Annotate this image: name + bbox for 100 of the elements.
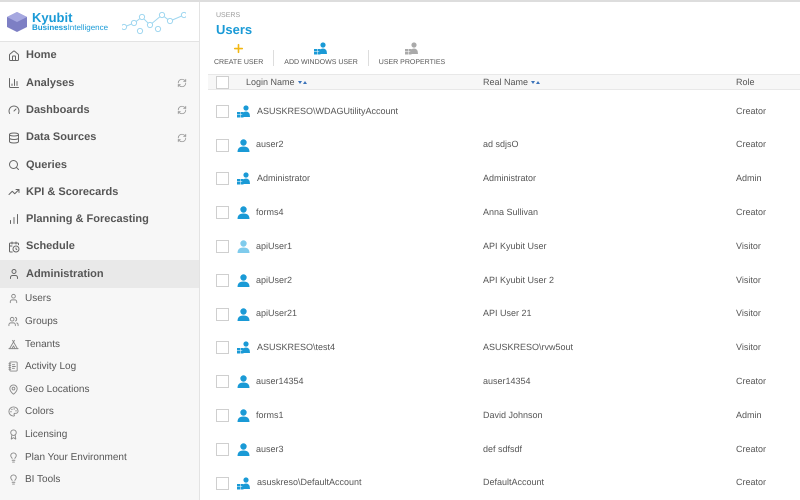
real-name-cell-text: Administrator (483, 172, 536, 186)
real-name-cell-text: API User 21 (483, 307, 532, 320)
submenu-item[interactable]: Activity Log (0, 355, 199, 378)
nav-label: Administration (26, 266, 104, 282)
award-icon (8, 429, 19, 440)
database-icon (8, 132, 20, 144)
role-cell-text: Visitor (736, 341, 761, 354)
real-name-cell-text: ASUSKRESO\rvw5out (483, 341, 574, 354)
submenu-item[interactable]: Plan Your Environment (0, 446, 199, 468)
submenu-item[interactable]: Geo Locations (0, 378, 199, 401)
checkbox[interactable] (216, 240, 229, 254)
nav-label: Queries (26, 158, 67, 173)
user-icon (237, 409, 250, 422)
role-cell-text: Admin (736, 172, 762, 186)
login-name-cell-text: ASUSKRESO\test4 (257, 341, 336, 354)
search-icon (8, 158, 20, 171)
real-name-cell-text: DefaultAccount (483, 476, 544, 490)
submenu-item[interactable]: BI Tools (0, 468, 199, 492)
checkbox[interactable] (216, 476, 229, 490)
home-icon (8, 50, 20, 62)
users-icon (8, 316, 19, 328)
nav-item[interactable]: Schedule (0, 233, 199, 260)
refresh-icon[interactable] (177, 105, 187, 116)
column-header[interactable]: Real Name (483, 76, 528, 90)
role-cell-text: Creator (736, 374, 766, 388)
cube-logo-icon (6, 10, 28, 32)
sort-icon[interactable] (298, 80, 307, 84)
user-icon (237, 138, 250, 152)
nav-item[interactable]: Analyses (0, 69, 199, 97)
nav-item[interactable]: KPI & Scorecards (0, 178, 199, 206)
submenu-item[interactable]: Colors (0, 400, 199, 424)
page-title: Users (215, 22, 254, 38)
bar-chart-icon (8, 76, 20, 89)
login-name-cell-text: asuskreso\DefaultAccount (257, 476, 362, 490)
windows-user-icon (237, 172, 251, 186)
column-header[interactable]: Login Name (246, 76, 295, 90)
calendar-icon (8, 240, 20, 253)
nav-item[interactable]: Planning & Forecasting (0, 206, 199, 234)
nav-label: KPI & Scorecards (26, 184, 118, 200)
user-icon (237, 206, 250, 220)
refresh-icon[interactable] (177, 132, 187, 143)
role-cell-text: Visitor (736, 274, 761, 287)
nav-item[interactable]: Data Sources (0, 124, 199, 152)
role-cell-text: Visitor (736, 240, 761, 253)
login-name-cell-text: apiUser2 (256, 274, 292, 287)
column-header[interactable]: Role (736, 76, 755, 90)
nav-label: Planning & Forecasting (26, 212, 149, 228)
user-icon (237, 308, 250, 321)
login-name-cell-text: apiUser21 (256, 307, 298, 320)
nav-item[interactable]: Queries (0, 151, 199, 178)
checkbox[interactable] (216, 104, 229, 118)
nav-item[interactable]: Home (0, 42, 199, 70)
login-name-cell-text: forms4 (256, 206, 284, 219)
windows-user-icon (237, 341, 251, 354)
submenu-item[interactable]: Licensing (0, 423, 199, 446)
sort-icon[interactable] (531, 80, 540, 84)
windows-user-icon (314, 42, 328, 55)
real-name-cell-text: Anna Sullivan (483, 206, 538, 219)
checkbox[interactable] (216, 206, 229, 220)
nav-label: Data Sources (26, 130, 96, 146)
map-pin-icon (8, 384, 19, 395)
nav-label: Analyses (26, 76, 74, 91)
user-icon (8, 268, 20, 280)
checkbox[interactable] (216, 375, 229, 388)
user-icon (237, 274, 250, 287)
user-icon (237, 240, 250, 254)
nav-label: Dashboards (26, 102, 90, 118)
checkbox[interactable] (216, 138, 229, 152)
checkbox[interactable] (216, 172, 229, 186)
submenu-item[interactable]: Users (0, 288, 199, 310)
real-name-cell-text: ad sdjsO (483, 138, 519, 152)
checkbox[interactable] (216, 76, 229, 89)
role-cell-text: Creator (736, 206, 766, 219)
submenu-item[interactable]: Tenants (0, 332, 199, 356)
logo-name: Kyubit (32, 11, 72, 24)
login-name-cell-text: auser2 (256, 138, 284, 152)
login-name-cell-text: forms1 (256, 408, 284, 422)
role-cell-text: Creator (736, 138, 766, 152)
refresh-icon[interactable] (177, 78, 187, 88)
user-icon (237, 442, 250, 456)
lightbulb-icon (8, 452, 19, 463)
user-icon (8, 293, 19, 304)
real-name-cell-text: David Johnson (483, 408, 543, 422)
login-name-cell-text: Administrator (257, 172, 310, 186)
windows-user-icon (237, 476, 251, 490)
nav-item[interactable]: Dashboards (0, 96, 199, 124)
checkbox[interactable] (216, 409, 229, 422)
nav-item[interactable]: Administration (0, 260, 199, 288)
checkbox[interactable] (216, 274, 229, 287)
role-cell-text: Visitor (736, 307, 761, 320)
checkbox[interactable] (216, 308, 229, 321)
real-name-cell-text: auser14354 (483, 374, 531, 388)
role-cell-text: Creator (736, 104, 766, 118)
checkbox[interactable] (216, 341, 229, 354)
notebook-icon (8, 361, 19, 372)
checkbox[interactable] (216, 442, 229, 456)
logo-tagline: BusinessIntelligence (32, 24, 108, 32)
submenu-item[interactable]: Groups (0, 310, 199, 333)
lightbulb-icon (8, 474, 19, 486)
login-name-cell-text: apiUser1 (256, 240, 292, 253)
